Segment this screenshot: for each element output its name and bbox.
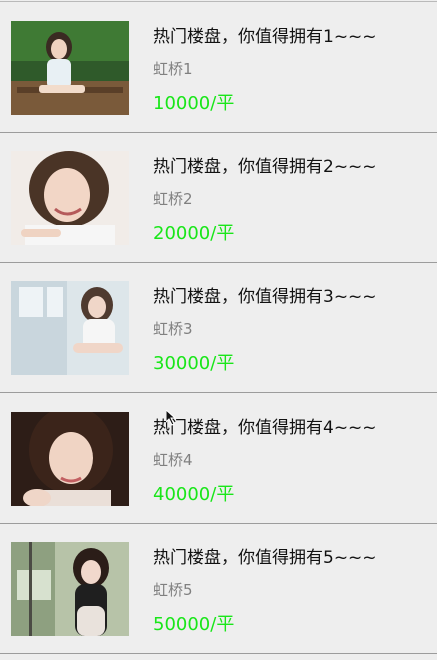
listing-location: 虹桥4 <box>153 451 193 469</box>
listing-location: 虹桥3 <box>153 320 193 338</box>
listing-list: 热门楼盘，你值得拥有1~~~ 虹桥1 10000/平 热门楼盘，你值得拥有2~~… <box>0 0 437 660</box>
list-item[interactable]: 热门楼盘，你值得拥有2~~~ 虹桥2 20000/平 <box>0 132 437 263</box>
listing-price: 10000/平 <box>153 93 235 114</box>
listing-price: 20000/平 <box>153 223 235 244</box>
photo-thumbnail <box>11 542 129 636</box>
listing-title: 热门楼盘，你值得拥有1~~~ <box>153 27 377 47</box>
photo-thumbnail <box>11 21 129 115</box>
listing-price: 40000/平 <box>153 484 235 505</box>
list-item[interactable]: 热门楼盘，你值得拥有5~~~ 虹桥5 50000/平 <box>0 523 437 654</box>
listing-title: 热门楼盘，你值得拥有5~~~ <box>153 548 377 568</box>
list-item[interactable]: 热门楼盘，你值得拥有4~~~ 虹桥4 40000/平 <box>0 393 437 524</box>
item-divider <box>0 653 437 654</box>
photo-thumbnail <box>11 151 129 245</box>
photo-thumbnail <box>11 412 129 506</box>
listing-price: 50000/平 <box>153 614 235 635</box>
listing-title: 热门楼盘，你值得拥有2~~~ <box>153 157 377 177</box>
list-item[interactable]: 热门楼盘，你值得拥有1~~~ 虹桥1 10000/平 <box>0 2 437 133</box>
listing-title: 热门楼盘，你值得拥有4~~~ <box>153 418 377 438</box>
list-item[interactable]: 热门楼盘，你值得拥有3~~~ 虹桥3 30000/平 <box>0 262 437 393</box>
listing-location: 虹桥2 <box>153 190 193 208</box>
listing-title: 热门楼盘，你值得拥有3~~~ <box>153 287 377 307</box>
photo-thumbnail <box>11 281 129 375</box>
listing-location: 虹桥1 <box>153 60 193 78</box>
listing-price: 30000/平 <box>153 353 235 374</box>
listing-location: 虹桥5 <box>153 581 193 599</box>
